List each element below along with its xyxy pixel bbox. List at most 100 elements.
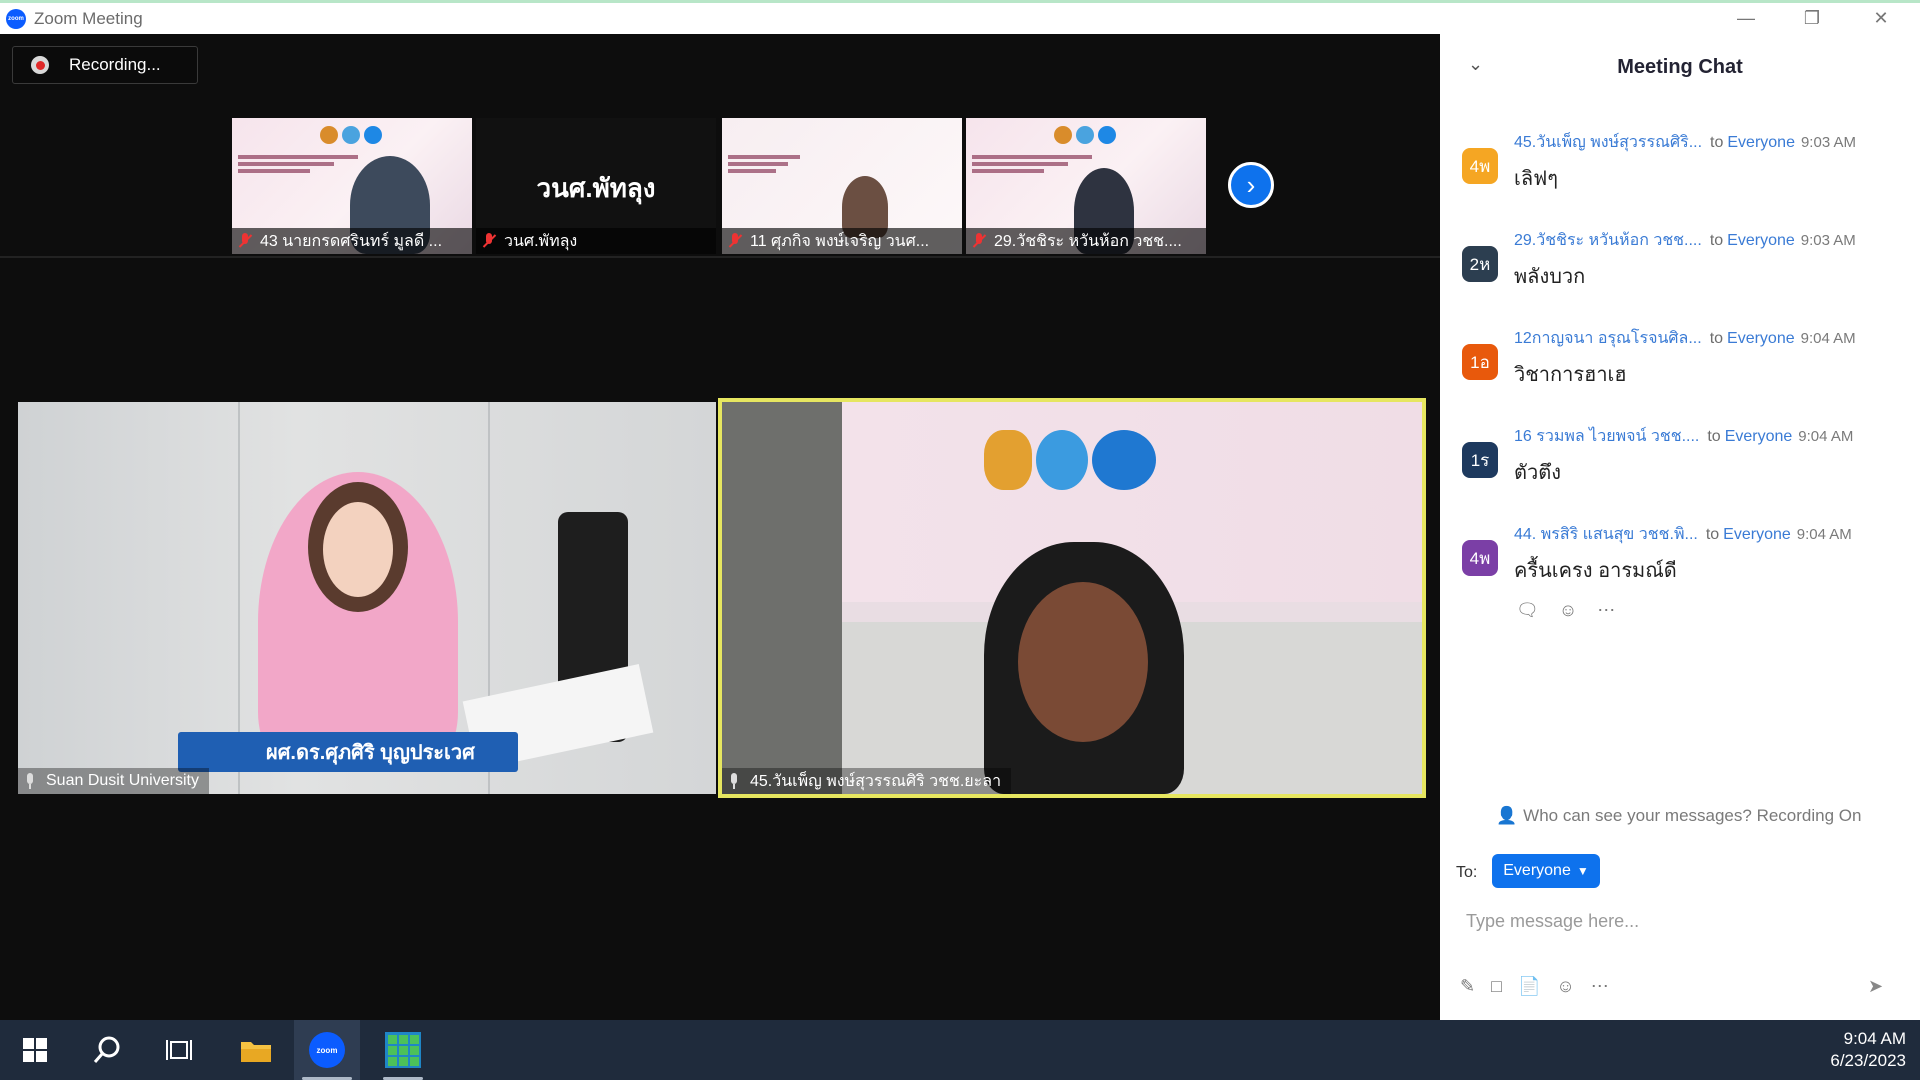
timestamp: 9:04 AM	[1796, 526, 1852, 543]
avatar: 1อ	[1462, 344, 1498, 380]
start-button[interactable]	[10, 1020, 60, 1080]
search-icon	[93, 1036, 120, 1063]
participant-thumbnail[interactable]: วนศ.พัทลุง วนศ.พัทลุง	[476, 118, 716, 254]
task-view-icon	[166, 1040, 192, 1060]
chat-toolbar: ✎ □ 📄 ☺ ⋯	[1460, 976, 1609, 997]
participant-name: 11 ศุภกิจ พงษ์เจริญ วนศ...	[750, 232, 930, 250]
window-title: Zoom Meeting	[34, 8, 143, 28]
file-icon[interactable]: 📄	[1518, 976, 1540, 997]
file-explorer-button[interactable]	[228, 1020, 284, 1080]
close-button[interactable]: ✕	[1848, 3, 1914, 34]
format-icon[interactable]: ✎	[1460, 976, 1475, 997]
more-icon[interactable]: ⋯	[1597, 600, 1615, 621]
timestamp: 9:03 AM	[1800, 232, 1856, 249]
mic-muted-icon	[728, 233, 742, 249]
add-reaction-icon[interactable]: ☺	[1559, 600, 1577, 621]
message-text: วิชาการฮาเฮ	[1514, 364, 1627, 386]
person-icon: 👤	[1496, 806, 1518, 825]
recording-label: Recording...	[69, 55, 161, 74]
timestamp: 9:04 AM	[1800, 330, 1856, 347]
search-button[interactable]	[82, 1020, 132, 1080]
recording-indicator[interactable]: Recording...	[12, 46, 198, 84]
chevron-down-icon: ▼	[1576, 864, 1589, 878]
avatar: 4พ	[1462, 148, 1498, 184]
message-text: เลิฟๆ	[1514, 168, 1558, 190]
app-taskbar-button[interactable]	[372, 1020, 434, 1080]
screenshot-icon[interactable]: □	[1491, 976, 1502, 997]
video-area: Recording... 43 นายกรดศรินทร์ มูลดี ... …	[0, 34, 1440, 1020]
message-text: ครื้นเครง อารมณ์ดี	[1514, 560, 1677, 582]
reply-icon[interactable]: 🗨	[1516, 600, 1539, 621]
participant-name: Suan Dusit University	[46, 772, 199, 789]
minimize-button[interactable]: —	[1713, 3, 1779, 34]
participant-name: 43 นายกรดศรินทร์ มูลดี ...	[260, 232, 443, 250]
chat-panel: ⌄ Meeting Chat 4พ 45.วันเพ็ญ พงษ์สุวรรณศ…	[1440, 34, 1920, 1020]
avatar: 2ห	[1462, 246, 1498, 282]
message-input[interactable]	[1464, 900, 1898, 942]
chevron-right-icon: ›	[1246, 169, 1256, 200]
send-icon[interactable]: ➤	[1868, 976, 1883, 997]
clock-time: 9:04 AM	[1843, 1029, 1906, 1048]
sender-name[interactable]: 45.วันเพ็ญ พงษ์สุวรรณศิริ...	[1514, 134, 1702, 151]
active-speaker-tile[interactable]: 45.วันเพ็ญ พงษ์สุวรรณศิริ วชช.ยะลา	[718, 398, 1426, 798]
avatar: 4พ	[1462, 540, 1498, 576]
mic-muted-icon	[482, 233, 496, 249]
mic-muted-icon	[238, 233, 252, 249]
restore-button[interactable]: ❐	[1779, 3, 1845, 34]
zoom-logo-icon: zoom	[6, 8, 26, 29]
participant-thumbnail[interactable]: 29.วัชชิระ หวันห้อก วชช....	[966, 118, 1206, 254]
next-page-button[interactable]: ›	[1228, 162, 1274, 208]
recipient-dropdown[interactable]: Everyone ▼	[1492, 854, 1600, 888]
main-video-tile[interactable]: ผศ.ดร.ศุภศิริ บุญประเวศ Suan Dusit Unive…	[18, 402, 716, 794]
sender-name[interactable]: 16 รวมพล ไวยพจน์ วชช....	[1514, 428, 1699, 445]
recipient: Everyone	[1727, 134, 1795, 151]
minimize-icon: —	[1737, 8, 1755, 28]
zoom-app-icon: zoom	[309, 1032, 345, 1068]
name-banner: ผศ.ดร.ศุภศิริ บุญประเวศ	[178, 732, 518, 772]
folder-icon	[241, 1042, 271, 1062]
zoom-taskbar-button[interactable]: zoom	[294, 1020, 360, 1080]
message-text: ตัวตึง	[1514, 462, 1561, 484]
taskbar: zoom 9:04 AM 6/23/2023	[0, 1020, 1920, 1080]
timestamp: 9:04 AM	[1798, 428, 1854, 445]
participant-thumbnail[interactable]: 43 นายกรดศรินทร์ มูลดี ...	[232, 118, 472, 254]
task-view-button[interactable]	[154, 1020, 204, 1080]
app-icon	[385, 1032, 421, 1068]
emoji-icon[interactable]: ☺	[1556, 976, 1574, 997]
recipient: Everyone	[1727, 232, 1795, 249]
to-label: To:	[1456, 864, 1478, 881]
windows-icon	[23, 1038, 47, 1062]
message-text: พลังบวก	[1514, 266, 1586, 288]
recording-icon	[31, 56, 49, 74]
recipient: Everyone	[1727, 330, 1795, 347]
recipient: Everyone	[1724, 428, 1793, 445]
restore-icon: ❐	[1803, 8, 1821, 28]
more-icon[interactable]: ⋯	[1591, 976, 1609, 997]
avatar: 1ร	[1462, 442, 1498, 478]
chat-header: ⌄ Meeting Chat	[1440, 34, 1920, 104]
mic-muted-icon	[972, 233, 986, 249]
timestamp: 9:03 AM	[1800, 134, 1857, 151]
sender-name[interactable]: 12กาญจนา อรุณโรจนศิล...	[1514, 330, 1702, 347]
chat-message[interactable]: 4พ 45.วันเพ็ญ พงษ์สุวรรณศิริ... to Everyon…	[1440, 116, 1920, 214]
clock-date: 6/23/2023	[1830, 1051, 1906, 1070]
chat-message[interactable]: 1อ 12กาญจนา อรุณโรจนศิล... to Everyone 9:04…	[1440, 312, 1920, 410]
sender-name[interactable]: 44. พรสิริ แสนสุข วชช.พิ...	[1514, 526, 1698, 543]
participant-thumbnail[interactable]: 11 ศุภกิจ พงษ์เจริญ วนศ...	[722, 118, 962, 254]
chat-message[interactable]: 1ร 16 รวมพล ไวยพจน์ วชช.... to Everyone 9:0…	[1440, 410, 1920, 508]
participant-tile-label: วนศ.พัทลุง	[536, 173, 656, 203]
chat-title: Meeting Chat	[1617, 56, 1743, 78]
participant-name: วนศ.พัทลุง	[504, 232, 578, 250]
chat-message[interactable]: 4พ 44. พรสิริ แสนสุข วชช.พิ... to Everyone…	[1440, 508, 1920, 606]
system-clock[interactable]: 9:04 AM 6/23/2023	[1830, 1028, 1906, 1072]
mic-icon	[728, 773, 740, 789]
window-title-bar: zoom Zoom Meeting — ❐ ✕	[0, 0, 1920, 34]
participant-name: 45.วันเพ็ญ พงษ์สุวรรณศิริ วชช.ยะลา	[750, 772, 1002, 790]
close-icon: ✕	[1873, 8, 1889, 28]
recipient: Everyone	[1723, 526, 1791, 543]
participant-name: 29.วัชชิระ หวันห้อก วชช....	[994, 232, 1182, 250]
visibility-note[interactable]: 👤 Who can see your messages? Recording O…	[1496, 806, 1861, 826]
message-actions: 🗨 ☺ ⋯	[1516, 600, 1615, 621]
sender-name[interactable]: 29.วัชชิระ หวันห้อก วชช....	[1514, 232, 1702, 249]
chat-message[interactable]: 2ห 29.วัชชิระ หวันห้อก วชช.... to Everyone…	[1440, 214, 1920, 312]
